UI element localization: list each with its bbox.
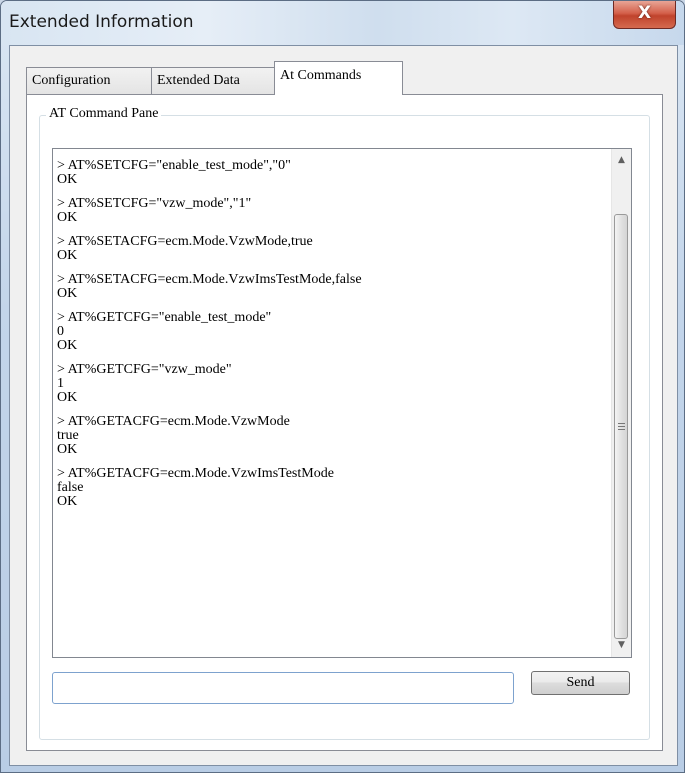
command-line: > AT%SETACFG=ecm.Mode.VzwImsTestMode,fal… — [57, 272, 362, 287]
command-entry: > AT%SETACFG=ecm.Mode.VzwImsTestMode,fal… — [57, 273, 612, 301]
command-line: > AT%GETCFG="vzw_mode" — [57, 362, 232, 377]
command-entry: > AT%SETACFG=ecm.Mode.VzwMode,true OK — [57, 235, 612, 263]
response-line: OK — [57, 210, 78, 225]
tab-at-commands[interactable]: At Commands — [274, 61, 403, 95]
response-line: true — [57, 428, 79, 443]
command-output-list[interactable]: > AT%SETCFG="enable_test_mode","0" OK > AT… — [52, 148, 632, 658]
command-entry: > AT%GETCFG="enable_test_mode" 0 OK — [57, 311, 612, 353]
command-entry: > AT%GETACFG=ecm.Mode.VzwImsTestMode fals… — [57, 467, 612, 509]
close-icon: X — [637, 3, 652, 23]
response-line: OK — [57, 286, 78, 301]
tab-label: Extended Data — [157, 73, 240, 88]
at-commands-panel: AT Command Pane > AT%SETCFG="enable_test… — [26, 94, 663, 751]
send-button[interactable]: Send — [531, 671, 630, 695]
arrow-up-icon[interactable]: ▲ — [612, 151, 631, 170]
response-line: OK — [57, 390, 78, 405]
response-line: 0 — [57, 324, 64, 339]
arrow-down-icon[interactable]: ▼ — [612, 636, 631, 655]
vertical-scrollbar[interactable]: ▲ ▼ — [611, 149, 631, 657]
tab-configuration[interactable]: Configuration — [26, 67, 152, 94]
response-line: OK — [57, 172, 78, 187]
response-line: 1 — [57, 376, 64, 391]
response-line: OK — [57, 442, 78, 457]
at-command-pane-group: AT Command Pane > AT%SETCFG="enable_test… — [39, 106, 650, 740]
extended-information-window: Extended Information X Configuration Ext… — [0, 0, 685, 773]
scrollbar-thumb[interactable] — [614, 214, 628, 639]
response-line: OK — [57, 494, 78, 509]
close-button[interactable]: X — [613, 1, 676, 29]
command-input[interactable] — [52, 672, 514, 704]
command-line: > AT%GETCFG="enable_test_mode" — [57, 310, 272, 325]
command-line: > AT%SETCFG="vzw_mode","1" — [57, 196, 252, 211]
command-entry: > AT%SETCFG="enable_test_mode","0" OK — [57, 159, 612, 187]
dialog-client-area: Configuration Extended Data At Commands … — [9, 45, 678, 766]
grip-icon — [618, 423, 625, 432]
title-bar[interactable]: Extended Information X — [1, 1, 684, 45]
response-line: OK — [57, 338, 78, 353]
command-line: > AT%GETACFG=ecm.Mode.VzwImsTestMode — [57, 466, 334, 481]
tab-extended-data[interactable]: Extended Data — [151, 67, 275, 94]
command-line: > AT%SETCFG="enable_test_mode","0" — [57, 158, 291, 173]
window-title: Extended Information — [9, 12, 194, 32]
response-line: OK — [57, 248, 78, 263]
command-entry: > AT%GETCFG="vzw_mode" 1 OK — [57, 363, 612, 405]
tab-label: Configuration — [32, 73, 111, 88]
command-line: > AT%SETACFG=ecm.Mode.VzwMode,true — [57, 234, 313, 249]
command-line: > AT%GETACFG=ecm.Mode.VzwMode — [57, 414, 290, 429]
command-entry: > AT%GETACFG=ecm.Mode.VzwMode true OK — [57, 415, 612, 457]
response-line: false — [57, 480, 84, 495]
group-legend: AT Command Pane — [46, 106, 162, 122]
command-entry: > AT%SETCFG="vzw_mode","1" OK — [57, 197, 612, 225]
tab-label: At Commands — [280, 68, 362, 83]
output-lines: > AT%SETCFG="enable_test_mode","0" OK > AT… — [57, 159, 612, 509]
